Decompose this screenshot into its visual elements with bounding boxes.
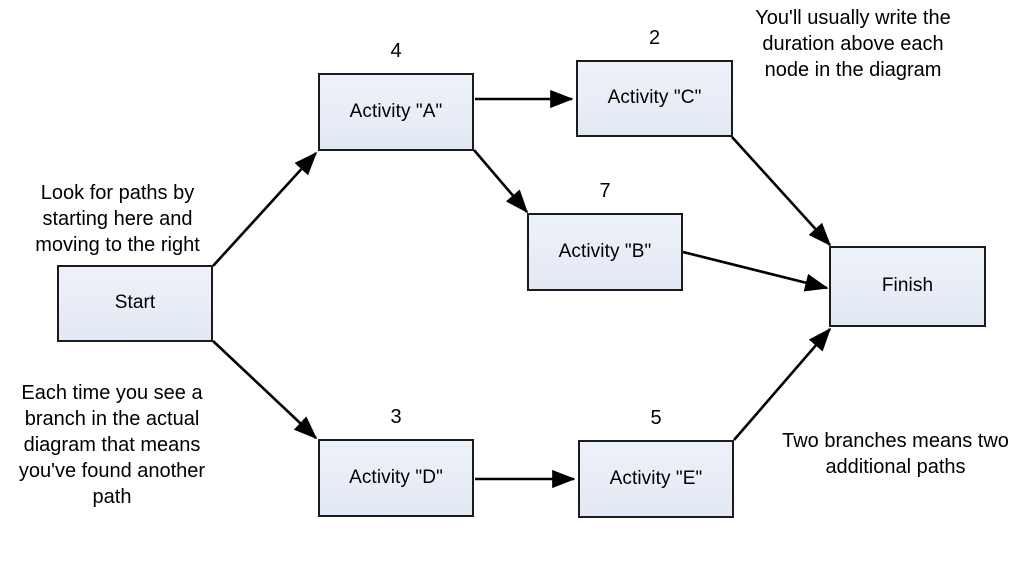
duration-label-activity_d: 3	[390, 406, 402, 428]
node-label: Activity "D"	[349, 466, 443, 488]
edge-c-to-finish	[731, 136, 832, 247]
note-branch-hint: Each time you see a branch in the actual…	[18, 382, 206, 508]
node-activity_d[interactable]: Activity "D"	[318, 439, 474, 517]
node-label: Finish	[881, 275, 934, 297]
note-two-branches: Two branches means two additional paths	[782, 430, 1009, 478]
edge-e-to-finish	[733, 327, 832, 441]
note-start-hint: Look for paths by starting here and movi…	[35, 182, 200, 256]
node-activity_a[interactable]: Activity "A"	[318, 73, 474, 151]
node-activity_e[interactable]: Activity "E"	[578, 440, 734, 518]
duration-label-activity_e: 5	[650, 407, 662, 429]
duration-label-activity_a: 4	[390, 40, 402, 62]
edge-b-to-finish	[682, 250, 829, 292]
node-label: Activity "E"	[609, 467, 703, 489]
edge-a-to-b	[473, 149, 529, 214]
node-start[interactable]: Start	[57, 265, 213, 342]
duration-label-activity_c: 2	[648, 27, 661, 49]
duration-label-activity_b: 7	[599, 180, 611, 202]
node-finish[interactable]: Finish	[829, 246, 986, 327]
node-label: Activity "A"	[349, 100, 443, 122]
edge-start-to-d	[212, 340, 318, 440]
note-duration-hint: You'll usually write the duration above …	[755, 7, 951, 81]
node-label: Activity "C"	[607, 87, 702, 109]
node-activity_c[interactable]: Activity "C"	[576, 60, 733, 137]
node-label: Start	[114, 292, 156, 314]
node-label: Activity "B"	[558, 240, 652, 262]
edge-start-to-a	[212, 151, 318, 267]
network-diagram-canvas: Start Activity "A" 4 Activity "C" 2 Activity …	[0, 0, 1024, 571]
node-activity_b[interactable]: Activity "B"	[527, 213, 683, 291]
